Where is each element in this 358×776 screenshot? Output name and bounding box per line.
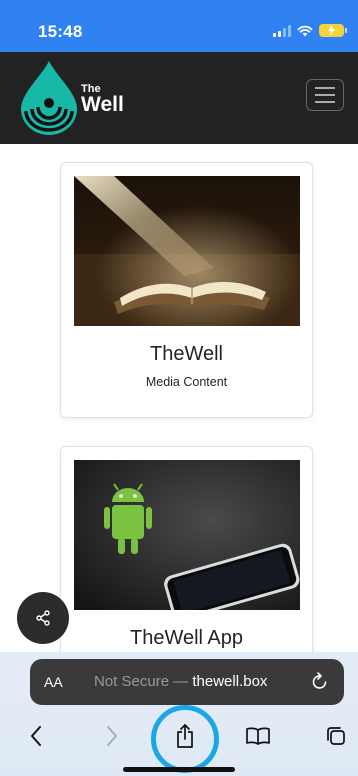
card-subtitle: Media Content: [145, 375, 228, 389]
back-button[interactable]: [14, 714, 58, 758]
hamburger-line: [315, 94, 335, 96]
forward-icon: [107, 726, 117, 746]
text-size-button[interactable]: AA: [44, 674, 63, 690]
tabs-button[interactable]: [314, 714, 358, 758]
safari-bottom-bar: AA Not Secure — thewell.box: [0, 652, 358, 776]
status-time: 15:48: [38, 22, 83, 41]
bookmarks-button[interactable]: [236, 714, 280, 758]
card-title[interactable]: TheWell: [61, 343, 312, 366]
address-bar[interactable]: AA Not Secure — thewell.box: [30, 659, 344, 705]
reload-icon[interactable]: [310, 671, 330, 693]
url-display[interactable]: Not Secure — thewell.box: [94, 673, 267, 690]
site-navbar: The Well: [0, 52, 358, 144]
share-fab-button[interactable]: [17, 592, 69, 644]
security-label: Not Secure —: [94, 673, 193, 690]
hamburger-line: [315, 101, 335, 103]
home-indicator: [123, 767, 235, 772]
hamburger-line: [315, 87, 335, 89]
bookmarks-icon: [246, 727, 270, 745]
water-drop-logo-icon: [21, 61, 77, 135]
forward-button[interactable]: [90, 714, 134, 758]
card-title[interactable]: TheWell App: [61, 627, 312, 650]
status-bar: 15:48: [0, 0, 358, 52]
logo-text-well: Well: [81, 93, 124, 116]
hamburger-menu-button[interactable]: [306, 79, 344, 111]
wifi-icon: [297, 25, 313, 36]
battery-icon: [319, 24, 347, 37]
share-nodes-icon: [36, 610, 50, 626]
logo-wordmark: The Well: [81, 84, 124, 116]
safari-toolbar: [0, 705, 358, 773]
back-icon: [31, 726, 41, 746]
status-icons: [273, 24, 347, 37]
url-domain: thewell.box: [192, 673, 268, 690]
android-phone-image: [74, 460, 300, 610]
card-media-content[interactable]: TheWell Media Content: [60, 162, 313, 418]
tabs-icon: [327, 727, 345, 745]
cellular-signal-icon: [273, 24, 291, 37]
share-icon: [177, 724, 193, 748]
share-button[interactable]: [163, 714, 207, 758]
thewell-logo[interactable]: The Well: [17, 58, 147, 136]
bible-image: [74, 176, 300, 326]
